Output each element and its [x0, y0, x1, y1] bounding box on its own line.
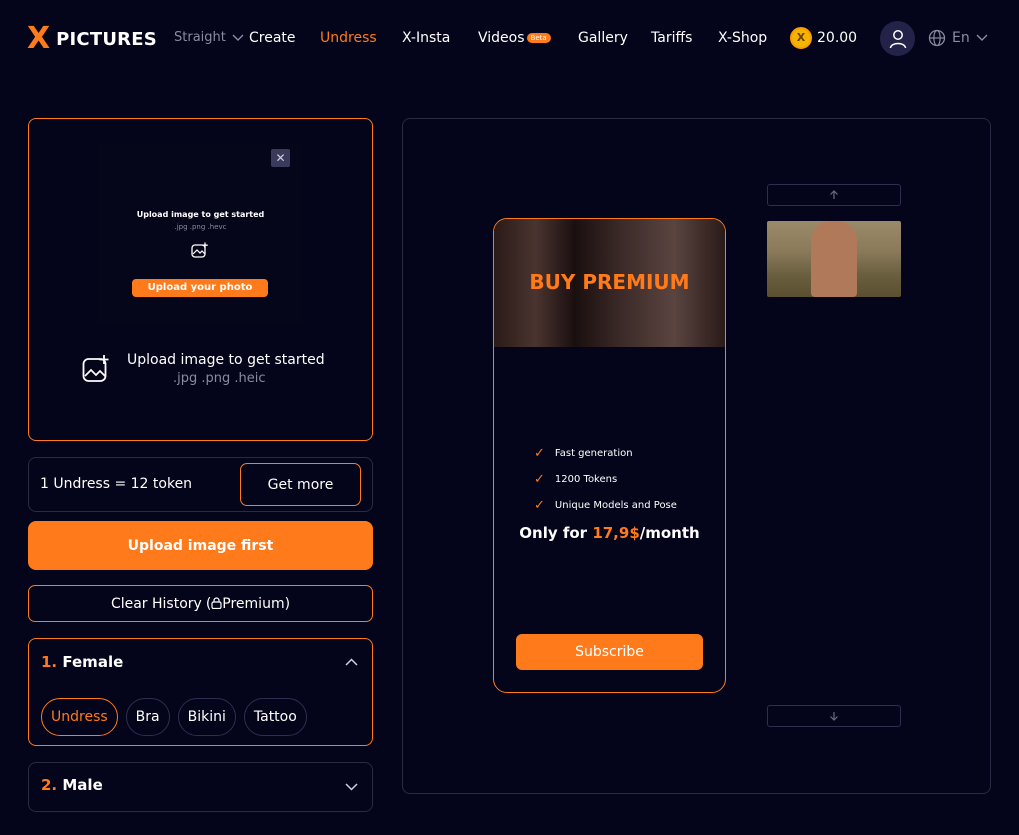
check-icon: ✓ [534, 446, 545, 461]
upload-your-photo-button[interactable]: Upload your photo [132, 279, 268, 297]
upload-exts: .jpg .png .heic [173, 371, 266, 386]
thumbnail-figure [811, 221, 857, 297]
section-number: 2. [41, 776, 58, 794]
promo-title: BUY PREMIUM [529, 270, 690, 294]
nav-undress[interactable]: Undress [320, 30, 377, 46]
upload-image-first-button[interactable]: Upload image first [28, 521, 373, 570]
subscribe-button[interactable]: Subscribe [516, 634, 703, 670]
logo-text: PICTURES [56, 28, 157, 50]
preview-upload-exts: .jpg .png .hevc [174, 223, 227, 231]
upload-title: Upload image to get started [127, 352, 325, 368]
logo-mark: X [27, 21, 51, 56]
logo[interactable]: X PICTURES [27, 24, 157, 54]
promo-feature: ✓ Fast generation [534, 446, 633, 461]
preview-upload-title: Upload image to get started [136, 210, 265, 219]
check-icon: ✓ [534, 472, 545, 487]
price-prefix: Only for [519, 524, 593, 542]
nav-create[interactable]: Create [249, 30, 296, 46]
chevron-down-icon [232, 34, 244, 41]
female-options: Undress Bra Bikini Tattoo [41, 698, 307, 736]
check-icon: ✓ [534, 498, 545, 513]
language-selector[interactable]: En [928, 29, 988, 47]
close-icon[interactable]: ✕ [271, 149, 290, 167]
option-bikini[interactable]: Bikini [177, 698, 236, 736]
arrow-down-icon [830, 712, 838, 721]
promo-price: Only for 17,9$/month [494, 524, 725, 542]
feature-label: Fast generation [554, 448, 633, 459]
nav-videos[interactable]: Videos Beta [478, 30, 551, 46]
option-tattoo[interactable]: Tattoo [243, 698, 307, 736]
chevron-down-icon[interactable] [345, 783, 358, 791]
token-balance: 20.00 [817, 30, 858, 46]
add-image-icon [191, 242, 208, 258]
female-section-header[interactable]: 1. Female [41, 653, 123, 671]
section-label: Female [62, 653, 124, 671]
chevron-up-icon[interactable] [345, 658, 358, 666]
history-scroll-down-button[interactable] [767, 705, 901, 727]
beta-badge: Beta [526, 33, 551, 43]
price-value: 17,9$ [592, 524, 640, 542]
token-cost-text: 1 Undress = 12 token [40, 476, 193, 492]
language-label: En [952, 30, 970, 46]
nav-x-insta[interactable]: X-Insta [402, 30, 450, 46]
section-number: 1. [41, 653, 58, 671]
user-avatar-button[interactable] [880, 21, 915, 56]
promo-feature: ✓ 1200 Tokens [534, 472, 617, 487]
lock-icon [211, 596, 222, 609]
price-suffix: /month [639, 524, 700, 542]
nav-videos-label: Videos [478, 30, 525, 46]
nav-x-shop[interactable]: X-Shop [718, 30, 767, 46]
nav-tariffs[interactable]: Tariffs [651, 30, 692, 46]
mode-dropdown-label: Straight [174, 30, 226, 45]
nav-gallery[interactable]: Gallery [578, 30, 628, 46]
male-section-header[interactable]: 2. Male [41, 776, 103, 794]
section-label: Male [62, 776, 103, 794]
option-bra[interactable]: Bra [125, 698, 170, 736]
mode-dropdown[interactable]: Straight [174, 30, 244, 45]
premium-label: Premium [222, 595, 285, 612]
history-scroll-up-button[interactable] [767, 184, 901, 206]
clear-history-button[interactable]: Clear History (Premium) [28, 585, 373, 622]
clear-history-label: Clear History [110, 595, 202, 612]
chevron-down-icon [976, 34, 988, 41]
globe-icon [928, 29, 946, 47]
coin-icon: X [790, 27, 812, 49]
history-thumbnail[interactable] [767, 221, 901, 297]
feature-label: Unique Models and Pose [554, 500, 677, 511]
option-undress[interactable]: Undress [41, 698, 118, 736]
arrow-up-icon [830, 190, 838, 199]
add-image-icon [82, 355, 109, 382]
feature-label: 1200 Tokens [554, 474, 618, 485]
get-more-button[interactable]: Get more [240, 463, 361, 506]
promo-feature: ✓ Unique Models and Pose [534, 498, 677, 513]
user-icon [889, 29, 906, 48]
premium-lock: (Premium) [205, 595, 291, 612]
